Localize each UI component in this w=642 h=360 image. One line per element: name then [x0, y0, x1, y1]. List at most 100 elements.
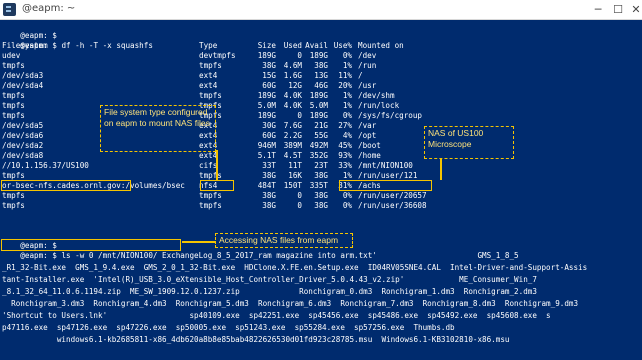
df-cell: tmpfs	[2, 201, 25, 210]
maximize-button[interactable]: ☐	[610, 2, 626, 17]
ls-output-line: windows6.1-kb2685811-x86_4db620a8b8e85ba…	[2, 335, 510, 344]
df-cell: 15G	[262, 71, 276, 80]
df-cell: 189G	[257, 111, 276, 120]
df-cell: 389M	[283, 141, 302, 150]
terminal-app-icon	[3, 3, 16, 16]
ls-output-line: _8.1_32_64_11.0.6.1194.zip ME_SW_1909.12…	[2, 287, 537, 296]
df-cell: /usr	[358, 81, 377, 90]
minimize-button[interactable]: ─	[590, 2, 606, 17]
df-row: /dev/sda5 ext4 30G 7.6G 21G 27%/var	[2, 121, 642, 131]
df-cell: 13G	[314, 71, 328, 80]
df-cell: 352G	[309, 151, 328, 160]
df-header-cell: Filesystem	[2, 41, 48, 50]
df-cell: 38G	[314, 61, 328, 70]
df-cell: ext4	[199, 71, 218, 80]
df-cell: //10.1.156.37/US100	[2, 161, 89, 170]
df-cell: 189G	[309, 51, 328, 60]
df-cell: 93%	[338, 151, 352, 160]
df-cell: 38G	[262, 201, 276, 210]
terminal-area[interactable]: @eapm: $ @eapm: $ df -h -T -x squashfs F…	[0, 20, 642, 360]
df-cell: /opt	[358, 131, 377, 140]
df-header-cell: Mounted on	[358, 41, 404, 50]
df-row: /dev/sda4 ext4 60G 12G 46G 20% /usr	[2, 81, 642, 91]
df-cell: tmpfs	[199, 201, 222, 210]
df-cell: /mnt/NION100	[358, 161, 413, 170]
mount-point-highlight	[339, 180, 432, 191]
df-cell: tmpfs	[2, 111, 25, 120]
df-row: tmpfs tmpfs 189G 0 189G 0%/sys/fs/cgroup	[2, 111, 642, 121]
df-cell: 21G	[314, 121, 328, 130]
df-cell: 492M	[309, 141, 328, 150]
fs-type-annotation: File system type configured on eapm to m…	[100, 105, 216, 152]
df-cell: 335T	[309, 181, 328, 190]
df-cell: 1.6G	[283, 71, 302, 80]
df-cell: 55G	[314, 131, 328, 140]
df-cell: cifs	[199, 161, 218, 170]
df-cell: 0%	[342, 201, 352, 210]
df-cell: 5.0M	[309, 101, 328, 110]
df-cell: 38G	[314, 201, 328, 210]
df-cell: /boot	[358, 141, 381, 150]
ls-output-line: tant-Installer.exe 'Intel(R)_USB_3.0_eXt…	[2, 275, 537, 284]
df-header-cell: Type	[199, 41, 218, 50]
df-cell: 0%	[342, 191, 352, 200]
df-cell: 484T	[257, 181, 276, 190]
df-cell: 16K	[288, 171, 302, 180]
df-cell: /dev/sda6	[2, 131, 44, 140]
df-cell: tmpfs	[199, 61, 222, 70]
df-cell: 0%	[342, 51, 352, 60]
df-cell: tmpfs	[199, 91, 222, 100]
df-header-cell: Used	[283, 41, 302, 50]
df-cell: 5.1T	[257, 151, 276, 160]
df-cell: /run/user/36608	[358, 201, 427, 210]
ls-output-line: ExchangeLog_8_5_2017_ram magazine into a…	[2, 251, 519, 260]
df-cell: 0	[297, 51, 302, 60]
fs-type-arrow	[216, 150, 218, 180]
df-cell: 946M	[257, 141, 276, 150]
window-titlebar: @eapm: ~ ─ ☐ ✕	[0, 0, 642, 20]
df-cell: 189G	[309, 111, 328, 120]
df-cell: /dev/sda5	[2, 121, 44, 130]
df-cell: /dev/sda3	[2, 71, 44, 80]
nas-arrow	[440, 159, 442, 180]
df-cell: 4.6M	[283, 61, 302, 70]
df-cell: 5.0M	[257, 101, 276, 110]
df-cell: 20%	[338, 81, 352, 90]
df-cell: 189G	[257, 51, 276, 60]
df-cell: 2.2G	[283, 131, 302, 140]
access-annotation: Accessing NAS files from eapm	[215, 233, 353, 248]
df-cell: /	[358, 71, 363, 80]
df-cell: 189G	[257, 91, 276, 100]
df-header-cell: Size	[257, 41, 276, 50]
df-cell: 33T	[262, 161, 276, 170]
df-cell: 150T	[283, 181, 302, 190]
access-arrow	[182, 241, 215, 243]
df-cell: 38G	[262, 191, 276, 200]
df-cell: 189G	[309, 91, 328, 100]
df-cell: 11T	[288, 161, 302, 170]
df-row: udev devtmpfs 189G 0 189G 0% /dev	[2, 51, 642, 61]
df-cell: 38G	[262, 61, 276, 70]
df-cell: /var	[358, 121, 377, 130]
df-cell: 27%	[338, 121, 352, 130]
df-cell: 1%	[342, 101, 352, 110]
df-cell: tmpfs	[2, 61, 25, 70]
ls-output-line: p47116.exe sp47126.exe sp47226.exe sp500…	[2, 323, 455, 332]
df-cell: devtmpfs	[199, 51, 236, 60]
df-cell: 30G	[262, 121, 276, 130]
df-cell: tmpfs	[2, 91, 25, 100]
df-cell: 12G	[288, 81, 302, 90]
df-cell: ext4	[199, 151, 218, 160]
df-row: /dev/sda2 ext4 946M 389M 492M 45%/boot	[2, 141, 642, 151]
df-row: //10.1.156.37/US100 cifs 33T 11T 23T 33% /mnt/…	[2, 161, 642, 171]
df-cell: /dev	[358, 51, 377, 60]
df-cell: 1%	[342, 91, 352, 100]
df-cell: 33%	[338, 161, 352, 170]
df-cell: 4.0K	[283, 101, 302, 110]
df-cell: 4%	[342, 131, 352, 140]
df-cell: tmpfs	[2, 101, 25, 110]
df-cell: 4.5T	[283, 151, 302, 160]
nas-annotation: NAS of US100 Microscope	[424, 126, 514, 159]
prompt-line-final: @eapm: $	[2, 353, 57, 360]
close-button[interactable]: ✕	[628, 2, 642, 17]
